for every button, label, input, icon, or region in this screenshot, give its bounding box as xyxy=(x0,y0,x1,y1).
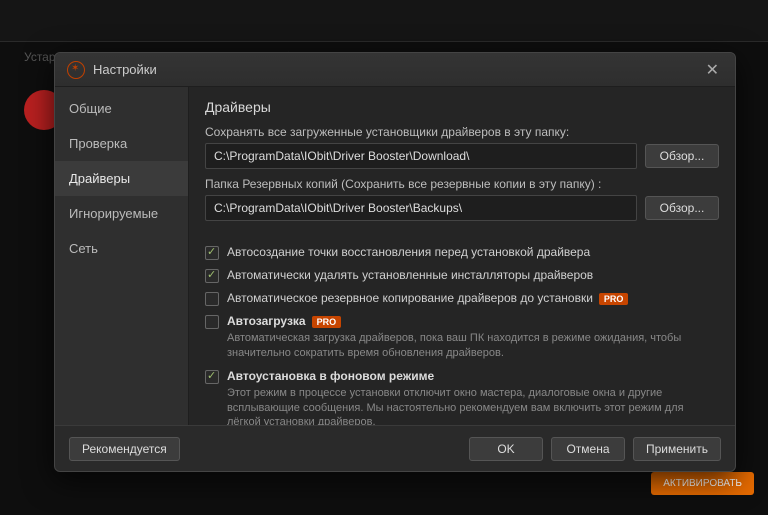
dialog-titlebar: Настройки ✕ xyxy=(55,53,735,87)
backup-path-input[interactable] xyxy=(205,195,637,221)
activate-button[interactable]: АКТИВИРОВАТЬ xyxy=(651,472,754,495)
close-icon[interactable]: ✕ xyxy=(702,60,723,80)
dialog-footer: Рекомендуется OK Отмена Применить xyxy=(55,425,735,471)
download-folder-label: Сохранять все загруженные установщики др… xyxy=(205,125,719,139)
app-header xyxy=(0,0,768,42)
cancel-button[interactable]: Отмена xyxy=(551,437,625,461)
autoinstall-description: Этот режим в процессе установки отключит… xyxy=(227,386,719,425)
app-icon xyxy=(67,61,85,79)
sidebar-item-scan[interactable]: Проверка xyxy=(55,126,188,161)
settings-content: Драйверы Сохранять все загруженные устан… xyxy=(189,87,735,425)
pro-badge: PRO xyxy=(599,293,629,305)
sidebar-item-network[interactable]: Сеть xyxy=(55,231,188,266)
pro-badge: PRO xyxy=(312,316,342,328)
browse-download-button[interactable]: Обзор... xyxy=(645,144,719,168)
auto-delete-label: Автоматически удалять установленные инст… xyxy=(227,268,593,282)
download-path-input[interactable] xyxy=(205,143,637,169)
auto-delete-checkbox[interactable] xyxy=(205,269,219,283)
section-heading: Драйверы xyxy=(205,99,719,115)
backup-folder-label: Папка Резервных копий (Сохранить все рез… xyxy=(205,177,719,191)
restore-point-checkbox[interactable] xyxy=(205,246,219,260)
autoinstall-label: Автоустановка в фоновом режиме xyxy=(227,369,434,383)
settings-sidebar: Общие Проверка Драйверы Игнорируемые Сет… xyxy=(55,87,189,425)
auto-backup-label: Автоматическое резервное копирование дра… xyxy=(227,291,628,305)
autoload-checkbox[interactable] xyxy=(205,315,219,329)
sidebar-item-ignore[interactable]: Игнорируемые xyxy=(55,196,188,231)
autoinstall-checkbox[interactable] xyxy=(205,370,219,384)
restore-point-label: Автосоздание точки восстановления перед … xyxy=(227,245,590,259)
sidebar-item-drivers[interactable]: Драйверы xyxy=(55,161,188,196)
browse-backup-button[interactable]: Обзор... xyxy=(645,196,719,220)
auto-backup-checkbox[interactable] xyxy=(205,292,219,306)
ok-button[interactable]: OK xyxy=(469,437,543,461)
sidebar-item-general[interactable]: Общие xyxy=(55,91,188,126)
dialog-title: Настройки xyxy=(93,62,702,77)
autoload-label: АвтозагрузкаPRO xyxy=(227,314,341,328)
recommended-button[interactable]: Рекомендуется xyxy=(69,437,180,461)
apply-button[interactable]: Применить xyxy=(633,437,721,461)
settings-dialog: Настройки ✕ Общие Проверка Драйверы Игно… xyxy=(54,52,736,472)
autoload-description: Автоматическая загрузка драйверов, пока … xyxy=(227,331,719,361)
